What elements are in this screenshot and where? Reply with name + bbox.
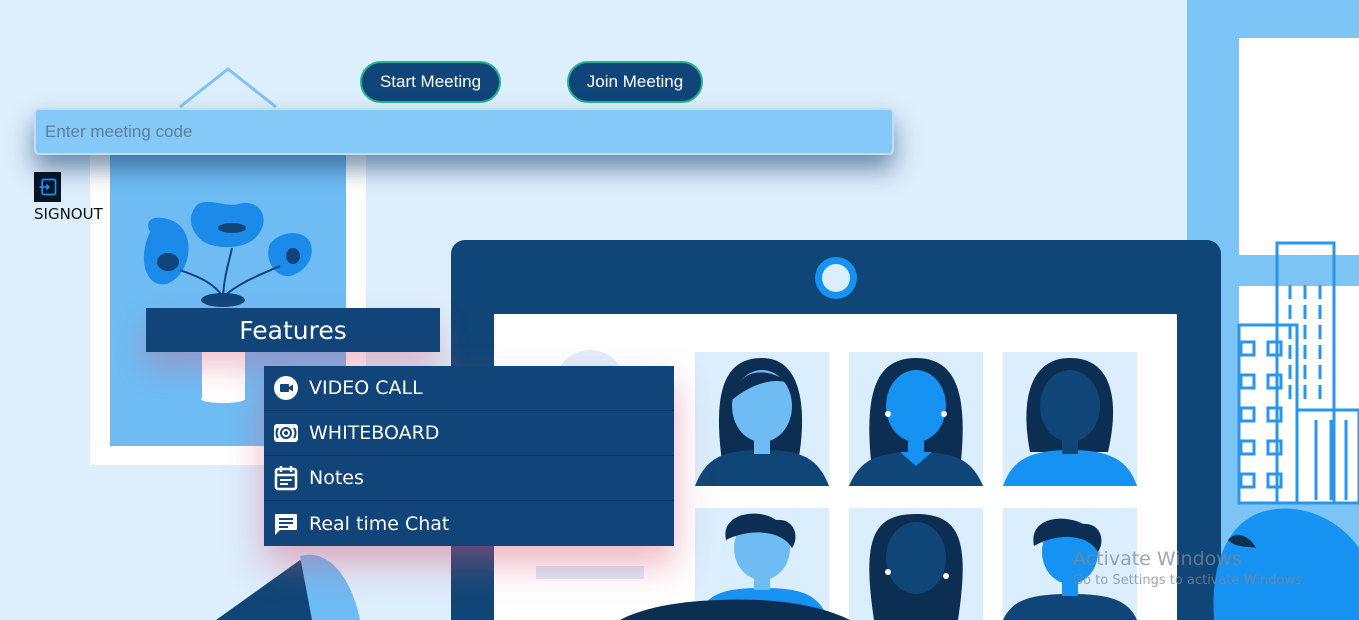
watermark-title: Activate Windows <box>1073 548 1242 570</box>
notes-icon <box>273 465 299 491</box>
signout-label: SIGNOUT <box>34 205 103 223</box>
feature-item-video-call[interactable]: VIDEO CALL <box>264 366 674 411</box>
join-meeting-button[interactable]: Join Meeting <box>567 61 703 103</box>
feature-item-chat[interactable]: Real time Chat <box>264 501 674 546</box>
feature-label: Notes <box>309 467 364 489</box>
start-meeting-button[interactable]: Start Meeting <box>360 61 501 103</box>
watermark-subtitle: Go to Settings to activate Windows. <box>1073 573 1306 588</box>
feature-label: VIDEO CALL <box>309 377 423 399</box>
signout-button[interactable]: SIGNOUT <box>34 172 103 223</box>
signout-icon <box>34 172 61 202</box>
meeting-code-input[interactable] <box>34 108 894 155</box>
video-call-icon <box>273 375 299 401</box>
activation-watermark: Activate Windows Go to Settings to activ… <box>1073 548 1306 588</box>
features-menu: VIDEO CALL WHITEBOARD Notes Real time Ch… <box>264 366 674 546</box>
whiteboard-icon <box>273 420 299 446</box>
chat-icon <box>273 511 299 537</box>
feature-item-whiteboard[interactable]: WHITEBOARD <box>264 411 674 456</box>
feature-item-notes[interactable]: Notes <box>264 456 674 501</box>
feature-label: WHITEBOARD <box>309 422 440 444</box>
features-heading: Features <box>146 308 440 352</box>
feature-label: Real time Chat <box>309 512 450 535</box>
